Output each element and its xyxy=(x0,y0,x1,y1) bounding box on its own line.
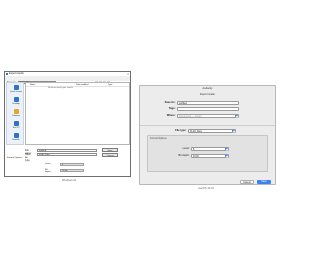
mac-dialog-subtitle: Export Audio xyxy=(200,93,215,96)
tags-input[interactable] xyxy=(177,107,239,111)
level-select[interactable]: 5 xyxy=(60,162,84,166)
format-options-label: Format Options xyxy=(7,157,23,159)
column-date-modified[interactable]: Date modified xyxy=(76,84,88,86)
level-label: Level: xyxy=(182,147,190,151)
place-this-pc[interactable]: This PC xyxy=(7,121,25,129)
star-icon xyxy=(13,85,19,90)
tags-label: Tags: xyxy=(168,107,176,111)
level-select[interactable]: 5 xyxy=(191,147,229,151)
computer-icon xyxy=(13,121,19,126)
bitdepth-label: Bit depth: xyxy=(178,154,190,158)
place-desktop[interactable]: Desktop xyxy=(7,97,25,105)
network-icon xyxy=(13,133,19,138)
cancel-button[interactable]: Cancel xyxy=(102,153,118,157)
file-type-label: File type: xyxy=(175,129,187,133)
app-icon xyxy=(6,73,8,75)
place-label: Libraries xyxy=(12,115,20,117)
place-libraries[interactable]: Libraries xyxy=(7,109,25,117)
where-value: Documents — iCloud xyxy=(179,115,202,118)
save-type-select[interactable]: FLAC Files xyxy=(37,153,97,156)
chevron-down-icon xyxy=(225,148,228,150)
bitdepth-label: Bit depth: xyxy=(45,169,52,173)
save-as-label: Save As: xyxy=(164,101,176,105)
empty-message: No items match your search. xyxy=(48,87,74,89)
chevron-down-icon xyxy=(235,115,238,117)
places-sidebar: Quick access Desktop Libraries This PC N… xyxy=(6,82,24,145)
library-icon xyxy=(13,109,19,114)
divider xyxy=(140,125,275,126)
save-button[interactable]: Save xyxy=(257,180,271,184)
file-type-select[interactable]: FLAC Files xyxy=(188,129,236,133)
place-label: Quick access xyxy=(10,91,22,93)
save-as-input[interactable]: untitled xyxy=(177,101,239,105)
place-label: This PC xyxy=(12,127,20,129)
where-label: Where: xyxy=(166,114,176,118)
windows-toolbar: Save in: Contents xyxy=(5,76,130,84)
format-options-box: Format Options Level: 5 Bit depth: 16 bi… xyxy=(147,135,268,172)
where-select[interactable]: Documents — iCloud xyxy=(177,114,239,118)
column-type[interactable]: Type xyxy=(108,84,112,86)
windows-dialog-title: Export Audio xyxy=(9,72,24,75)
cancel-button[interactable]: Cancel xyxy=(240,180,254,184)
place-quick-access[interactable]: Quick access xyxy=(7,85,25,93)
mac-caption: macOS 10.15 xyxy=(198,187,214,190)
file-name-input[interactable]: untitled xyxy=(37,149,97,152)
format-options-label: Format Options xyxy=(150,137,167,140)
place-label: Desktop xyxy=(12,103,20,105)
level-label: Level: xyxy=(45,163,51,165)
chevron-down-icon xyxy=(232,130,235,132)
chevron-down-icon xyxy=(225,155,228,157)
level-value: 5 xyxy=(193,148,195,151)
mac-window-title: Audacity xyxy=(202,87,213,90)
file-list-header: Name Date modified Type xyxy=(26,83,129,87)
desktop-icon xyxy=(13,97,19,102)
save-button[interactable]: Save xyxy=(102,148,118,152)
save-type-label: Save as type: xyxy=(25,153,31,162)
file-type-value: FLAC Files xyxy=(190,130,202,133)
place-label: Network xyxy=(12,139,20,141)
place-network[interactable]: Network xyxy=(7,133,25,141)
windows-save-dialog: Export Audio × Save in: Contents Quick a… xyxy=(4,71,131,177)
file-list[interactable]: Name Date modified Type No items match y… xyxy=(25,82,130,145)
mac-save-dialog: Audacity Export Audio Save As: untitled … xyxy=(139,85,276,185)
windows-caption: Windows 10 xyxy=(62,179,77,182)
column-name[interactable]: Name xyxy=(30,84,35,86)
bitdepth-select[interactable]: 16 bit xyxy=(191,154,229,158)
bitdepth-value: 16 bit xyxy=(193,155,199,158)
bitdepth-select[interactable]: 16 bit xyxy=(60,168,84,172)
